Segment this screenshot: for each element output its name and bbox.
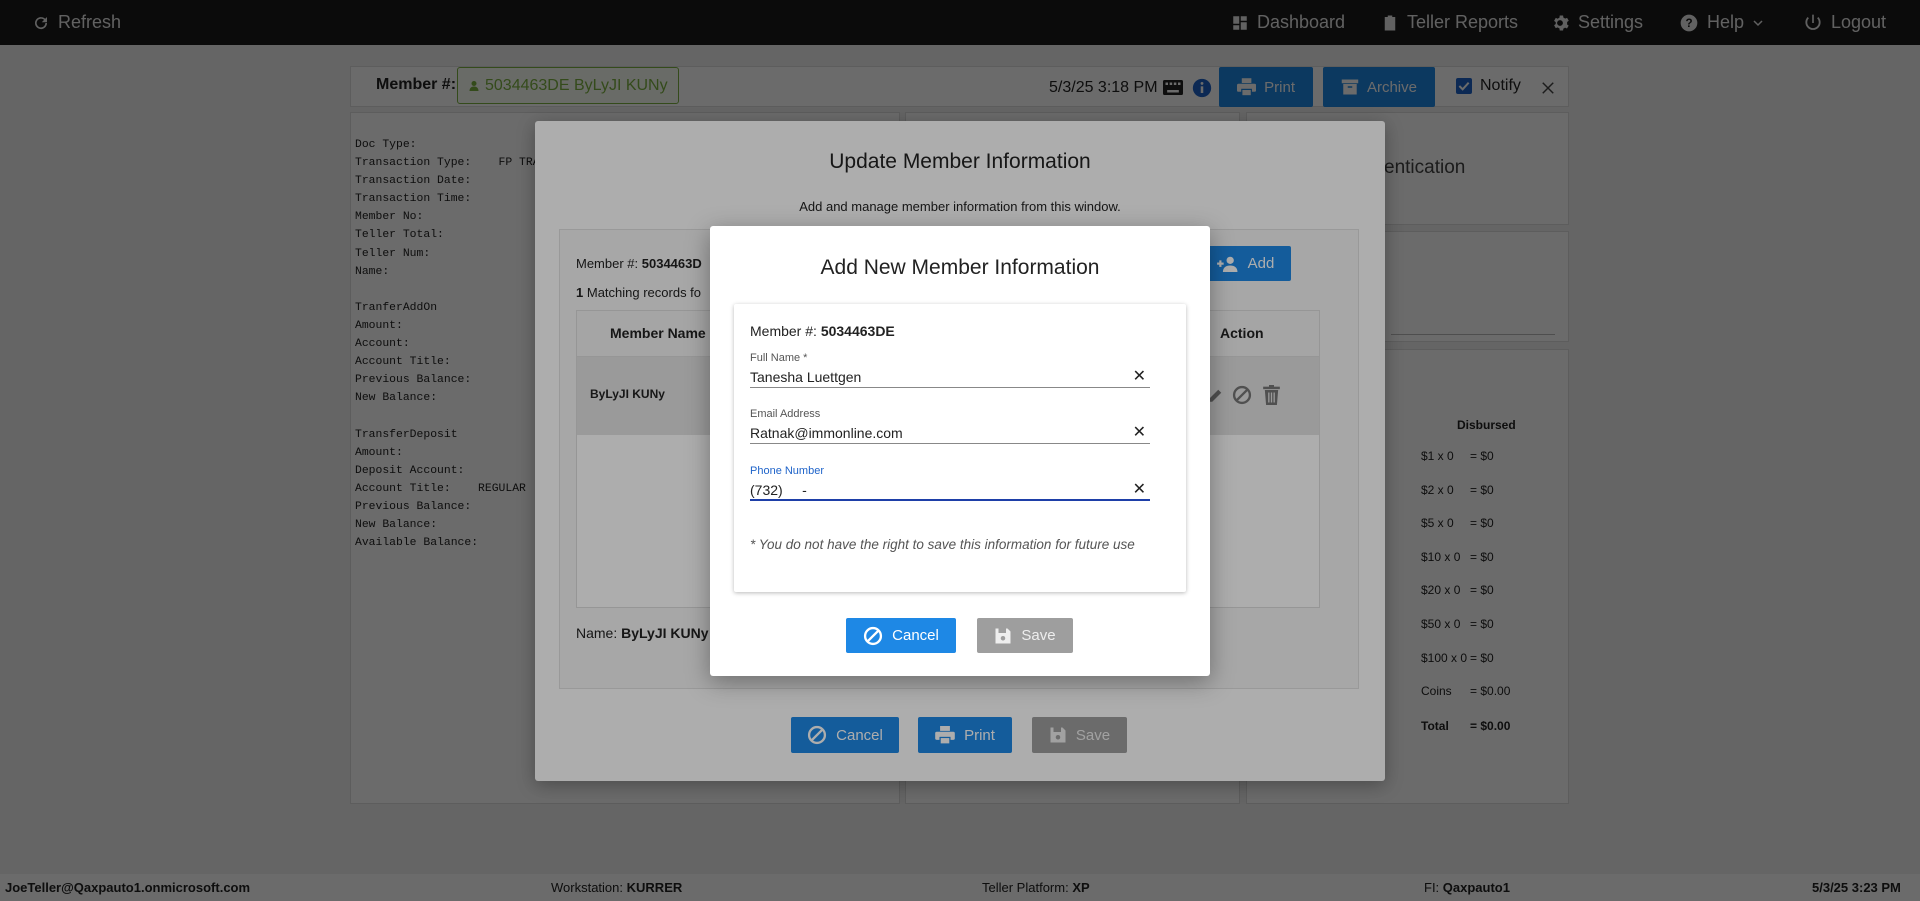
clear-icon[interactable]: ✕ — [1133, 366, 1146, 388]
email-value: Ratnak@immonline.com — [750, 425, 903, 441]
cancel-icon — [864, 626, 883, 645]
phone-field[interactable]: Phone Number (732) - ✕ — [750, 465, 1150, 501]
add-cancel-button[interactable]: Cancel — [846, 618, 956, 653]
email-label: Email Address — [750, 408, 821, 420]
add-cancel-label: Cancel — [892, 627, 939, 644]
add-save-label: Save — [1021, 627, 1056, 644]
add-dialog-title: Add New Member Information — [820, 256, 1100, 279]
add-member-number: Member #: 5034463DE — [750, 323, 895, 339]
add-member-number-value: 5034463DE — [820, 323, 895, 339]
phone-label: Phone Number — [750, 465, 824, 477]
clear-icon[interactable]: ✕ — [1133, 422, 1146, 444]
full-name-field[interactable]: Full Name * Tanesha Luettgen ✕ — [750, 352, 1150, 388]
full-name-value: Tanesha Luettgen — [750, 369, 862, 385]
add-save-button[interactable]: Save — [977, 618, 1073, 653]
phone-input[interactable]: (732) - ✕ — [750, 479, 1150, 501]
save-rights-note: * You do not have the right to save this… — [750, 537, 1135, 552]
add-member-dialog: Add New Member Information Member #: 503… — [710, 226, 1210, 676]
member-form: Member #: 5034463DE Full Name * Tanesha … — [734, 304, 1186, 592]
email-field[interactable]: Email Address Ratnak@immonline.com ✕ — [750, 408, 1150, 444]
email-input[interactable]: Ratnak@immonline.com ✕ — [750, 422, 1150, 444]
add-member-number-label: Member #: — [750, 323, 817, 339]
full-name-input[interactable]: Tanesha Luettgen ✕ — [750, 366, 1150, 388]
clear-icon[interactable]: ✕ — [1133, 479, 1146, 501]
phone-value: (732) - — [750, 482, 807, 498]
full-name-label: Full Name * — [750, 352, 808, 364]
floppy-disk-icon — [995, 628, 1011, 643]
